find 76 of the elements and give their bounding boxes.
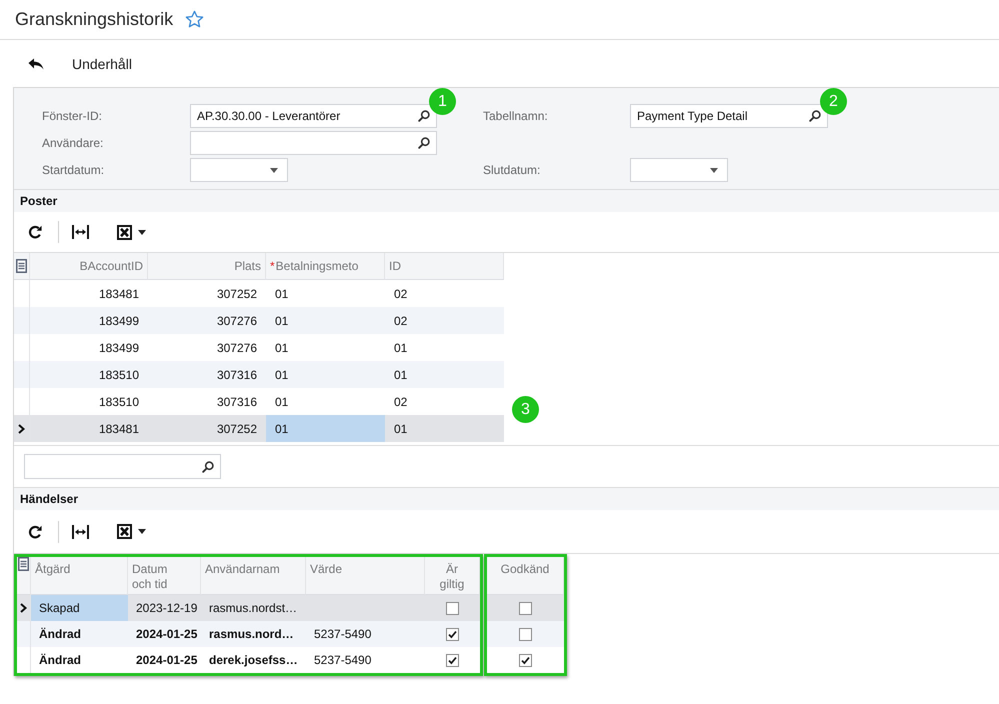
table-cell: 307276 xyxy=(148,307,266,334)
checkbox[interactable] xyxy=(446,628,459,640)
table-cell: 01 xyxy=(266,415,385,442)
column-header[interactable]: Datum och tid xyxy=(128,557,201,595)
row-selector[interactable] xyxy=(17,595,31,621)
field-label: Fönster-ID: xyxy=(42,109,102,123)
column-header[interactable]: BAccountID xyxy=(30,253,148,280)
checkbox[interactable] xyxy=(519,628,532,640)
checkbox[interactable] xyxy=(446,602,459,614)
table-cell: 307316 xyxy=(148,361,266,388)
table-cell: 5237-5490 xyxy=(306,621,425,647)
column-header[interactable]: Godkänd xyxy=(487,557,564,595)
section-title: Poster xyxy=(14,190,999,212)
row-selector[interactable] xyxy=(14,415,30,442)
lookup-field[interactable] xyxy=(190,131,437,155)
table-cell: Ändrad xyxy=(31,621,128,647)
table-cell: 01 xyxy=(385,415,504,442)
refresh-icon xyxy=(28,225,42,239)
caret-icon xyxy=(710,168,718,172)
caret-icon xyxy=(138,529,146,534)
column-header[interactable]: ID xyxy=(385,253,504,280)
search-icon[interactable] xyxy=(418,137,430,149)
table-cell: 01 xyxy=(266,361,385,388)
table-cell: 2024-01-25 xyxy=(128,621,201,647)
checkbox[interactable] xyxy=(446,654,459,666)
column-settings-icon[interactable] xyxy=(18,557,29,571)
lookup-field[interactable]: Payment Type Detail xyxy=(630,104,828,128)
fit-columns-icon xyxy=(72,225,89,239)
date-field[interactable] xyxy=(190,158,288,182)
field-label: Startdatum: xyxy=(42,163,104,177)
undo-icon[interactable] xyxy=(28,58,44,70)
table-cell: Skapad xyxy=(31,595,128,621)
column-header[interactable]: Är giltig xyxy=(425,557,480,595)
table-cell: 183499 xyxy=(30,307,148,334)
toolbar-button[interactable]: Underhåll xyxy=(72,56,132,72)
excel-export-icon xyxy=(117,524,132,539)
column-header[interactable]: *Betalningsmeto xyxy=(266,253,385,280)
table-cell: rasmus.nordst… xyxy=(201,595,306,621)
field-label: Slutdatum: xyxy=(483,163,540,177)
table-cell: 307252 xyxy=(148,415,266,442)
caret-icon xyxy=(270,168,278,172)
field-label: Tabellnamn: xyxy=(483,109,548,123)
section-title: Händelser xyxy=(14,488,999,510)
column-settings-icon[interactable] xyxy=(16,259,27,273)
table-cell: 2023-12-19 xyxy=(128,595,201,621)
caret-icon xyxy=(138,230,146,234)
checkbox[interactable] xyxy=(519,654,532,666)
search-field[interactable] xyxy=(24,454,221,479)
column-header[interactable]: Värde xyxy=(306,557,425,595)
number-badge: 2 xyxy=(820,88,847,115)
number-badge: 3 xyxy=(512,396,539,423)
excel-export-icon xyxy=(117,224,132,240)
page-title: Granskningshistorik xyxy=(15,9,174,30)
number-badge: 1 xyxy=(429,88,456,115)
search-icon[interactable] xyxy=(809,110,821,122)
search-icon[interactable] xyxy=(418,110,430,122)
refresh-icon xyxy=(28,524,42,538)
search-icon[interactable] xyxy=(202,460,214,472)
date-field[interactable] xyxy=(630,158,728,182)
chevron-icon xyxy=(18,424,25,434)
field-label: Användare: xyxy=(42,136,104,150)
column-header[interactable]: Plats xyxy=(148,253,266,280)
column-header[interactable]: Åtgärd xyxy=(31,557,128,595)
table-cell: 01 xyxy=(266,307,385,334)
chevron-icon xyxy=(20,603,27,613)
required-mark: * xyxy=(270,259,275,273)
table-cell: 01 xyxy=(385,361,504,388)
checkbox[interactable] xyxy=(519,602,532,614)
table-cell: 183510 xyxy=(30,361,148,388)
fit-columns-icon xyxy=(72,524,89,538)
lookup-field[interactable]: AP.30.30.00 - Leverantörer xyxy=(190,104,437,128)
table-cell: rasmus.nord… xyxy=(201,621,306,647)
star-icon[interactable] xyxy=(185,10,204,29)
table-cell: 02 xyxy=(385,307,504,334)
column-header[interactable]: Användarnam xyxy=(201,557,306,595)
table-cell: 183481 xyxy=(30,415,148,442)
